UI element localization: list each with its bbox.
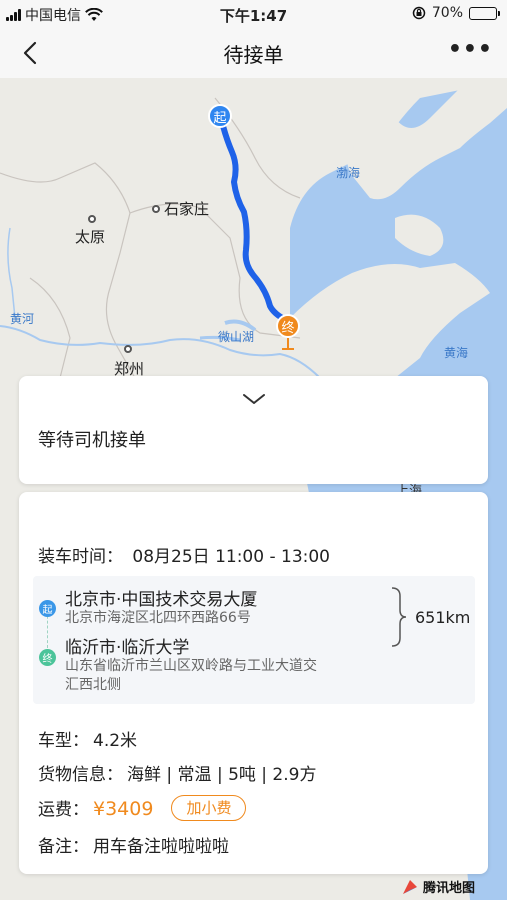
chevron-left-icon [23,41,37,65]
cargo-row: 货物信息： 海鲜 | 常温 | 5吨 | 2.9方 [38,760,316,785]
note-value: 用车备注啦啦啦啦 [93,837,229,857]
end-pin[interactable]: 终 [276,314,300,338]
end-pin-base [282,348,294,350]
load-time-label: 装车时间： [38,547,123,567]
brace-icon [391,587,407,647]
tencent-map-icon [402,879,417,894]
route-distance: 651km [415,608,471,627]
cargo-label: 货物信息： [38,765,123,785]
fee-label: 运费： [38,800,89,820]
end-pin-stem [287,338,289,348]
map-label-huanghai: 黄海 [444,346,469,360]
chevron-down-icon[interactable] [241,392,267,406]
more-button[interactable]: ••• [447,37,493,62]
end-address-line2: 汇西北侧 [65,677,121,693]
note-row: 备注： 用车备注啦啦啦啦 [38,832,229,857]
route-summary: 起 终 北京市·中国技术交易大厦 北京市海淀区北四环西路66号 临沂市·临沂大学… [33,576,475,704]
start-pin[interactable]: 起 [208,104,232,128]
rotation-lock-icon [412,6,426,20]
vehicle-label: 车型： [38,731,89,751]
load-time-row: 装车时间： 08月25日 11:00 - 13:00 [38,542,330,567]
end-address-line1: 山东省临沂市兰山区双岭路与工业大道交 [65,658,317,674]
map-label-weishanhu: 微山湖 [218,330,255,344]
back-button[interactable] [14,36,48,70]
battery-percent: 70% [431,5,463,21]
start-tag: 起 [39,600,56,617]
status-bar: 中国电信 下午1:47 70% [0,0,507,28]
load-time-value: 08月25日 11:00 - 13:00 [132,547,330,567]
start-location-title: 北京市·中国技术交易大厦 [65,590,258,610]
page-title: 待接单 [223,42,284,67]
note-label: 备注： [38,837,89,857]
map-label-bohai: 渤海 [336,166,361,180]
end-location-title: 临沂市·临沂大学 [65,638,190,658]
status-text: 等待司机接单 [38,430,146,451]
cargo-value: 海鲜 | 常温 | 5吨 | 2.9方 [127,765,317,785]
vehicle-value: 4.2米 [93,731,138,751]
battery-icon [469,6,500,20]
map-provider-name: 腾讯地图 [422,881,475,896]
start-address: 北京市海淀区北四环西路66号 [65,610,251,626]
route-line [219,119,289,323]
map-label-huanghe: 黄河 [10,312,35,326]
map-dot-zhengzhou [124,340,136,358]
status-card: 等待司机接单 [19,376,488,484]
status-right: 70% [412,5,500,21]
navigation-bar: 待接单 ••• [0,28,507,78]
end-tag: 终 [39,649,56,666]
add-tip-button[interactable]: 加小费 [171,795,247,821]
more-icon: ••• [447,37,493,62]
order-detail-card: 装车时间： 08月25日 11:00 - 13:00 起 终 北京市·中国技术交… [19,492,488,874]
fee-row: 运费： ¥3409 加小费 [38,795,247,821]
map-label-shijiazhuang: 石家庄 [152,198,209,219]
fee-value: ¥3409 [93,798,154,820]
vehicle-row: 车型： 4.2米 [38,726,137,751]
map-label-taiyuan: 太原 [75,228,106,246]
map-provider-logo: 腾讯地图 [401,877,475,896]
